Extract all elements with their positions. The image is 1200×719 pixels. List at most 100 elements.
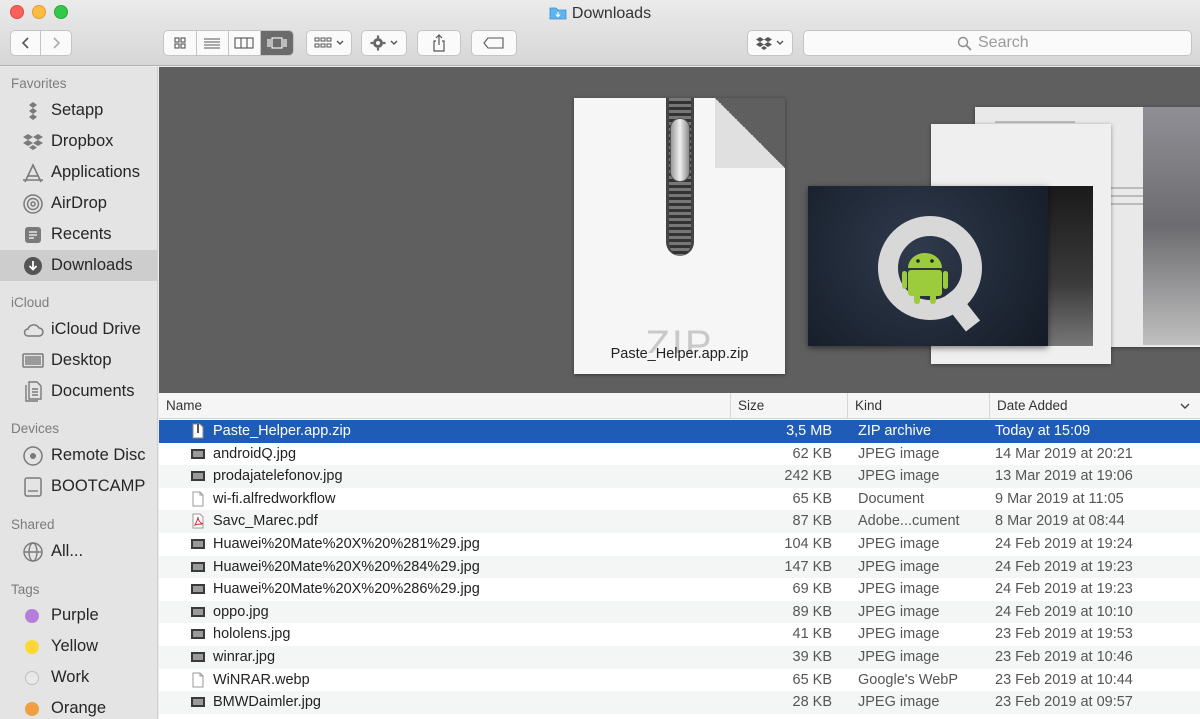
table-row[interactable]: Savc_Marec.pdf 87 KB Adobe...cument 8 Mar 2… xyxy=(159,510,1200,533)
cloud-icon xyxy=(22,319,44,341)
sidebar-item-recents[interactable]: Recents xyxy=(0,219,157,250)
action-menu-button[interactable] xyxy=(361,30,407,56)
chevron-down-icon xyxy=(776,40,784,45)
column-header-kind[interactable]: Kind xyxy=(847,393,989,419)
file-date-cell: 24 Feb 2019 at 10:10 xyxy=(995,603,1133,620)
table-row[interactable]: androidQ.jpg 62 KB JPEG image 14 Mar 2019 a… xyxy=(159,443,1200,466)
file-date-cell: 13 Mar 2019 at 19:06 xyxy=(995,468,1133,485)
file-kind-cell: JPEG image xyxy=(858,536,940,552)
sidebar-item-label: Documents xyxy=(51,382,135,400)
file-kind-cell: JPEG image xyxy=(858,694,940,711)
sidebar-item-label: iCloud Drive xyxy=(51,320,141,338)
file-date-cell: 24 Feb 2019 at 19:23 xyxy=(995,581,1133,598)
sidebar-item-icloud-drive[interactable]: iCloud Drive xyxy=(0,314,157,345)
applications-icon xyxy=(22,162,44,184)
table-row[interactable]: Huawei%20Mate%20X%20%281%29.jpg 104 KB JPE… xyxy=(159,533,1200,556)
image-thumb-icon xyxy=(190,581,206,597)
sidebar-item-airdrop[interactable]: AirDrop xyxy=(0,188,157,219)
file-name-cell: BMWDaimler.jpg xyxy=(213,694,321,711)
table-row[interactable]: Huawei%20Mate%20X%20%286%29.jpg 69 KB JPEG… xyxy=(159,578,1200,601)
file-size-cell: 65 KB xyxy=(792,671,833,688)
sidebar-heading-favorites: Favorites xyxy=(11,76,67,91)
downloads-icon xyxy=(22,255,44,277)
table-row[interactable]: WiNRAR.webp 65 KB Google's WebP 23 Feb 2019… xyxy=(159,669,1200,692)
sidebar-item-applications[interactable]: Applications xyxy=(0,157,157,188)
back-button[interactable] xyxy=(11,31,41,55)
file-kind-cell: JPEG image xyxy=(858,649,940,665)
search-input[interactable] xyxy=(978,34,1038,52)
sidebar-item-label: Remote Disc xyxy=(51,446,146,464)
edit-tags-button[interactable] xyxy=(471,30,517,56)
list-view-button[interactable] xyxy=(197,31,229,55)
window-toolbar: Downloads xyxy=(0,0,1200,66)
file-date-cell: 14 Mar 2019 at 20:21 xyxy=(995,445,1133,462)
sidebar-item-label: Purple xyxy=(51,606,99,624)
file-kind-cell: Adobe...cument xyxy=(858,513,960,530)
gear-icon xyxy=(370,35,386,51)
column-view-button[interactable] xyxy=(229,31,261,55)
columns-icon xyxy=(234,37,254,49)
table-row[interactable]: wi-fi.alfredworkflow 65 KB Document 9 Mar 2… xyxy=(159,488,1200,511)
table-row[interactable]: winrar.jpg 39 KB JPEG image 23 Feb 2019 at … xyxy=(159,646,1200,669)
sidebar-tag-orange[interactable]: Orange xyxy=(0,693,157,719)
android-q-thumbnail: Q xyxy=(808,186,1048,346)
zipper-pull-icon xyxy=(670,118,690,182)
sidebar-tag-purple[interactable]: Purple xyxy=(0,600,157,631)
tag-icon xyxy=(483,37,504,49)
table-row[interactable]: hololens.jpg 41 KB JPEG image 23 Feb 2019 a… xyxy=(159,623,1200,646)
sidebar-item-remote-disc[interactable]: Remote Disc xyxy=(0,440,157,471)
sidebar-item-all-shared[interactable]: All... xyxy=(0,536,157,567)
table-row[interactable]: BMWDaimler.jpg 28 KB JPEG image 23 Feb 2019… xyxy=(159,691,1200,714)
sidebar-item-label: All... xyxy=(51,542,84,560)
group-by-button[interactable] xyxy=(306,30,352,56)
share-icon xyxy=(433,34,445,52)
column-header-size[interactable]: Size xyxy=(730,393,847,419)
gallery-preview: Q ZIP Paste_Helper.app.zip xyxy=(159,67,1200,393)
file-size-cell: 65 KB xyxy=(792,490,833,507)
sidebar-item-desktop[interactable]: Desktop xyxy=(0,345,157,376)
yellow-tag-dot-icon xyxy=(25,639,39,654)
airdrop-icon xyxy=(22,193,44,215)
icon-view-button[interactable] xyxy=(165,31,197,55)
sidebar-tag-work[interactable]: Work xyxy=(0,662,157,693)
sidebar-item-documents[interactable]: Documents xyxy=(0,376,157,407)
column-header-date-added[interactable]: Date Added xyxy=(989,393,1200,419)
column-header-name[interactable]: Name xyxy=(159,393,730,419)
sidebar-item-downloads[interactable]: Downloads xyxy=(0,250,157,281)
dropbox-toolbar-button[interactable] xyxy=(747,30,793,56)
page-fold-icon xyxy=(715,98,785,168)
downloads-folder-icon xyxy=(549,7,567,20)
file-name-cell: Huawei%20Mate%20X%20%284%29.jpg xyxy=(213,558,480,575)
sidebar-item-label: Orange xyxy=(51,699,107,717)
file-date-cell: 23 Feb 2019 at 10:46 xyxy=(995,649,1133,665)
recents-icon xyxy=(22,224,44,246)
file-date-cell: 24 Feb 2019 at 19:23 xyxy=(995,558,1133,575)
sidebar-item-bootcamp[interactable]: BOOTCAMP xyxy=(0,471,157,502)
gallery-view-button[interactable] xyxy=(260,31,293,55)
photo-thumbnail-right xyxy=(1143,107,1200,345)
table-row[interactable]: Paste_Helper.app.zip 3,5 MB ZIP archive Tod… xyxy=(159,420,1200,443)
file-name-cell: Huawei%20Mate%20X%20%281%29.jpg xyxy=(213,536,480,552)
sidebar-item-setapp[interactable]: Setapp xyxy=(0,95,157,126)
window-title-text: Downloads xyxy=(571,5,652,22)
zip-file-preview: ZIP Paste_Helper.app.zip xyxy=(574,98,785,374)
table-row[interactable]: prodajatelefonov.jpg 242 KB JPEG image 13 M… xyxy=(159,465,1200,488)
dropbox-icon xyxy=(756,37,772,50)
file-date-cell: 23 Feb 2019 at 19:53 xyxy=(995,626,1133,643)
share-button[interactable] xyxy=(417,30,461,56)
table-row[interactable]: Huawei%20Mate%20X%20%284%29.jpg 147 KB JPE… xyxy=(159,555,1200,579)
file-date-cell: 23 Feb 2019 at 09:57 xyxy=(995,694,1133,711)
sidebar-item-dropbox[interactable]: Dropbox xyxy=(0,126,157,157)
file-date-cell: Today at 15:09 xyxy=(995,423,1091,439)
sidebar-item-label: Dropbox xyxy=(51,132,114,150)
search-field[interactable] xyxy=(803,30,1192,56)
sidebar-tag-yellow[interactable]: Yellow xyxy=(0,631,157,662)
file-name-cell: Paste_Helper.app.zip xyxy=(213,423,351,439)
forward-button[interactable] xyxy=(41,31,71,55)
file-size-cell: 104 KB xyxy=(784,536,832,552)
desktop-icon xyxy=(22,350,44,372)
table-row[interactable]: oppo.jpg 89 KB JPEG image 24 Feb 2019 at 10… xyxy=(159,600,1200,624)
file-name-cell: Huawei%20Mate%20X%20%286%29.jpg xyxy=(213,581,480,598)
file-kind-cell: JPEG image xyxy=(858,468,940,485)
purple-tag-dot-icon xyxy=(25,608,39,623)
